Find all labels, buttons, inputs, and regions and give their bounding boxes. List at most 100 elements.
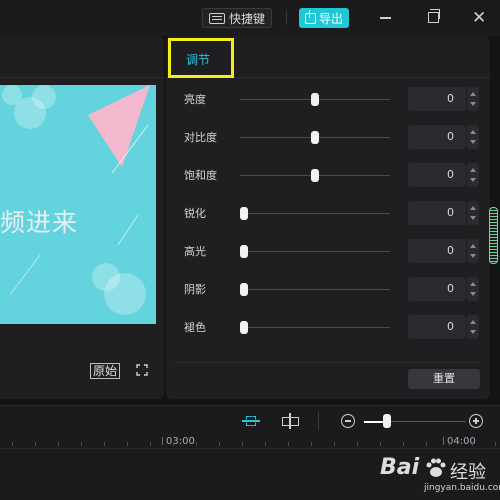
param-value-input[interactable]: 0: [408, 239, 466, 263]
param-slider-thumb[interactable]: [240, 321, 248, 334]
reset-button[interactable]: 重置: [408, 369, 480, 389]
ruler-minor-tick: [311, 442, 312, 446]
tab-adjust[interactable]: 调节: [168, 38, 234, 78]
param-stepper[interactable]: [466, 277, 479, 301]
ruler-minor-tick: [426, 442, 427, 446]
ruler-minor-tick: [35, 442, 36, 446]
adjust-header: 调节: [166, 36, 490, 78]
fullscreen-icon[interactable]: [136, 364, 148, 376]
shortcut-label: 快捷键: [229, 11, 266, 26]
adjust-panel: 调节 亮度 0 对比度 0 饱和度 0 锐化 0 高光 0 阴影 0 褪色 0 重置: [166, 36, 490, 399]
param-value-input[interactable]: 0: [408, 125, 466, 149]
watermark-text: 经验: [450, 462, 486, 483]
export-icon: [304, 9, 316, 24]
canvas-caption: 频进来: [0, 208, 79, 237]
ruler-minor-tick: [219, 442, 220, 446]
zoom-slider-fill: [364, 421, 383, 423]
zoom-in-icon[interactable]: [469, 414, 483, 428]
export-button[interactable]: 导出: [299, 8, 349, 28]
keyboard-icon: [209, 12, 225, 24]
param-row: 阴影 0: [166, 274, 490, 304]
ruler-minor-tick: [380, 442, 381, 446]
zoom-out-icon[interactable]: [341, 414, 355, 428]
param-stepper[interactable]: [466, 163, 479, 187]
divider: [174, 362, 480, 363]
param-slider-track[interactable]: [240, 327, 390, 328]
ruler-minor-tick: [127, 442, 128, 446]
param-slider-thumb[interactable]: [240, 207, 248, 220]
param-slider-thumb[interactable]: [311, 169, 319, 182]
param-stepper[interactable]: [466, 239, 479, 263]
ruler-mark: [162, 437, 163, 445]
param-value-input[interactable]: 0: [408, 163, 466, 187]
split-icon[interactable]: [242, 413, 260, 429]
param-slider-thumb[interactable]: [311, 93, 319, 106]
param-slider-thumb[interactable]: [240, 245, 248, 258]
divider: [286, 11, 287, 25]
param-value-input[interactable]: 0: [408, 87, 466, 111]
ruler-minor-tick: [81, 442, 82, 446]
param-slider-track[interactable]: [240, 213, 390, 214]
ruler-minor-tick: [472, 442, 473, 446]
param-label: 阴影: [184, 283, 206, 296]
player-header: [0, 36, 164, 78]
close-icon[interactable]: ✕: [472, 8, 486, 28]
ruler-mark: [443, 437, 444, 445]
param-stepper[interactable]: [466, 87, 479, 111]
param-row: 对比度 0: [166, 122, 490, 152]
shortcut-button[interactable]: 快捷键: [202, 8, 273, 28]
ruler-minor-tick: [12, 442, 13, 446]
ruler-minor-tick: [334, 442, 335, 446]
ruler-minor-tick: [242, 442, 243, 446]
ruler-minor-tick: [58, 442, 59, 446]
param-label: 锐化: [184, 207, 206, 220]
original-ratio-button[interactable]: 原始: [90, 363, 121, 379]
param-value-input[interactable]: 0: [408, 201, 466, 225]
maximize-icon[interactable]: [428, 9, 440, 23]
scrollbar-handle[interactable]: [489, 207, 498, 264]
param-value-input[interactable]: 0: [408, 315, 466, 339]
param-label: 褪色: [184, 321, 206, 334]
export-label: 导出: [318, 11, 343, 26]
ruler-label: 03:00: [166, 436, 195, 447]
param-stepper[interactable]: [466, 201, 479, 225]
timeline-ruler[interactable]: 03:00 04:00: [0, 436, 500, 449]
ruler-minor-tick: [495, 442, 496, 446]
param-label: 对比度: [184, 131, 217, 144]
ruler-minor-tick: [173, 442, 174, 446]
align-icon[interactable]: [281, 413, 299, 429]
param-label: 亮度: [184, 93, 206, 106]
param-row: 饱和度 0: [166, 160, 490, 190]
ruler-minor-tick: [288, 442, 289, 446]
param-stepper[interactable]: [466, 315, 479, 339]
param-slider-track[interactable]: [240, 251, 390, 252]
param-row: 褪色 0: [166, 312, 490, 342]
ruler-minor-tick: [357, 442, 358, 446]
zoom-slider-thumb[interactable]: [382, 414, 391, 428]
watermark-logo: Bai: [380, 455, 420, 480]
video-canvas[interactable]: 频进来: [0, 85, 156, 324]
param-row: 高光 0: [166, 236, 490, 266]
player-panel: 频进来 原始: [0, 36, 164, 399]
param-value-input[interactable]: 0: [408, 277, 466, 301]
ruler-minor-tick: [449, 442, 450, 446]
paw-icon: [426, 458, 446, 477]
param-stepper[interactable]: [466, 125, 479, 149]
param-list: 亮度 0 对比度 0 饱和度 0 锐化 0 高光 0 阴影 0 褪色 0: [166, 84, 490, 360]
param-row: 锐化 0: [166, 198, 490, 228]
param-row: 亮度 0: [166, 84, 490, 114]
title-bar: 快捷键 导出 ✕: [0, 0, 500, 36]
watermark-url: jingyan.baidu.com: [424, 483, 500, 493]
ruler-minor-tick: [265, 442, 266, 446]
minimize-icon[interactable]: [380, 17, 391, 19]
param-slider-track[interactable]: [240, 289, 390, 290]
param-label: 高光: [184, 245, 206, 258]
param-slider-thumb[interactable]: [240, 283, 248, 296]
param-slider-thumb[interactable]: [311, 131, 319, 144]
ruler-minor-tick: [196, 442, 197, 446]
baidu-watermark: Bai 经验 jingyan.baidu.com: [380, 455, 500, 497]
divider: [318, 412, 319, 430]
ruler-minor-tick: [403, 442, 404, 446]
ruler-minor-tick: [150, 442, 151, 446]
param-label: 饱和度: [184, 169, 217, 182]
